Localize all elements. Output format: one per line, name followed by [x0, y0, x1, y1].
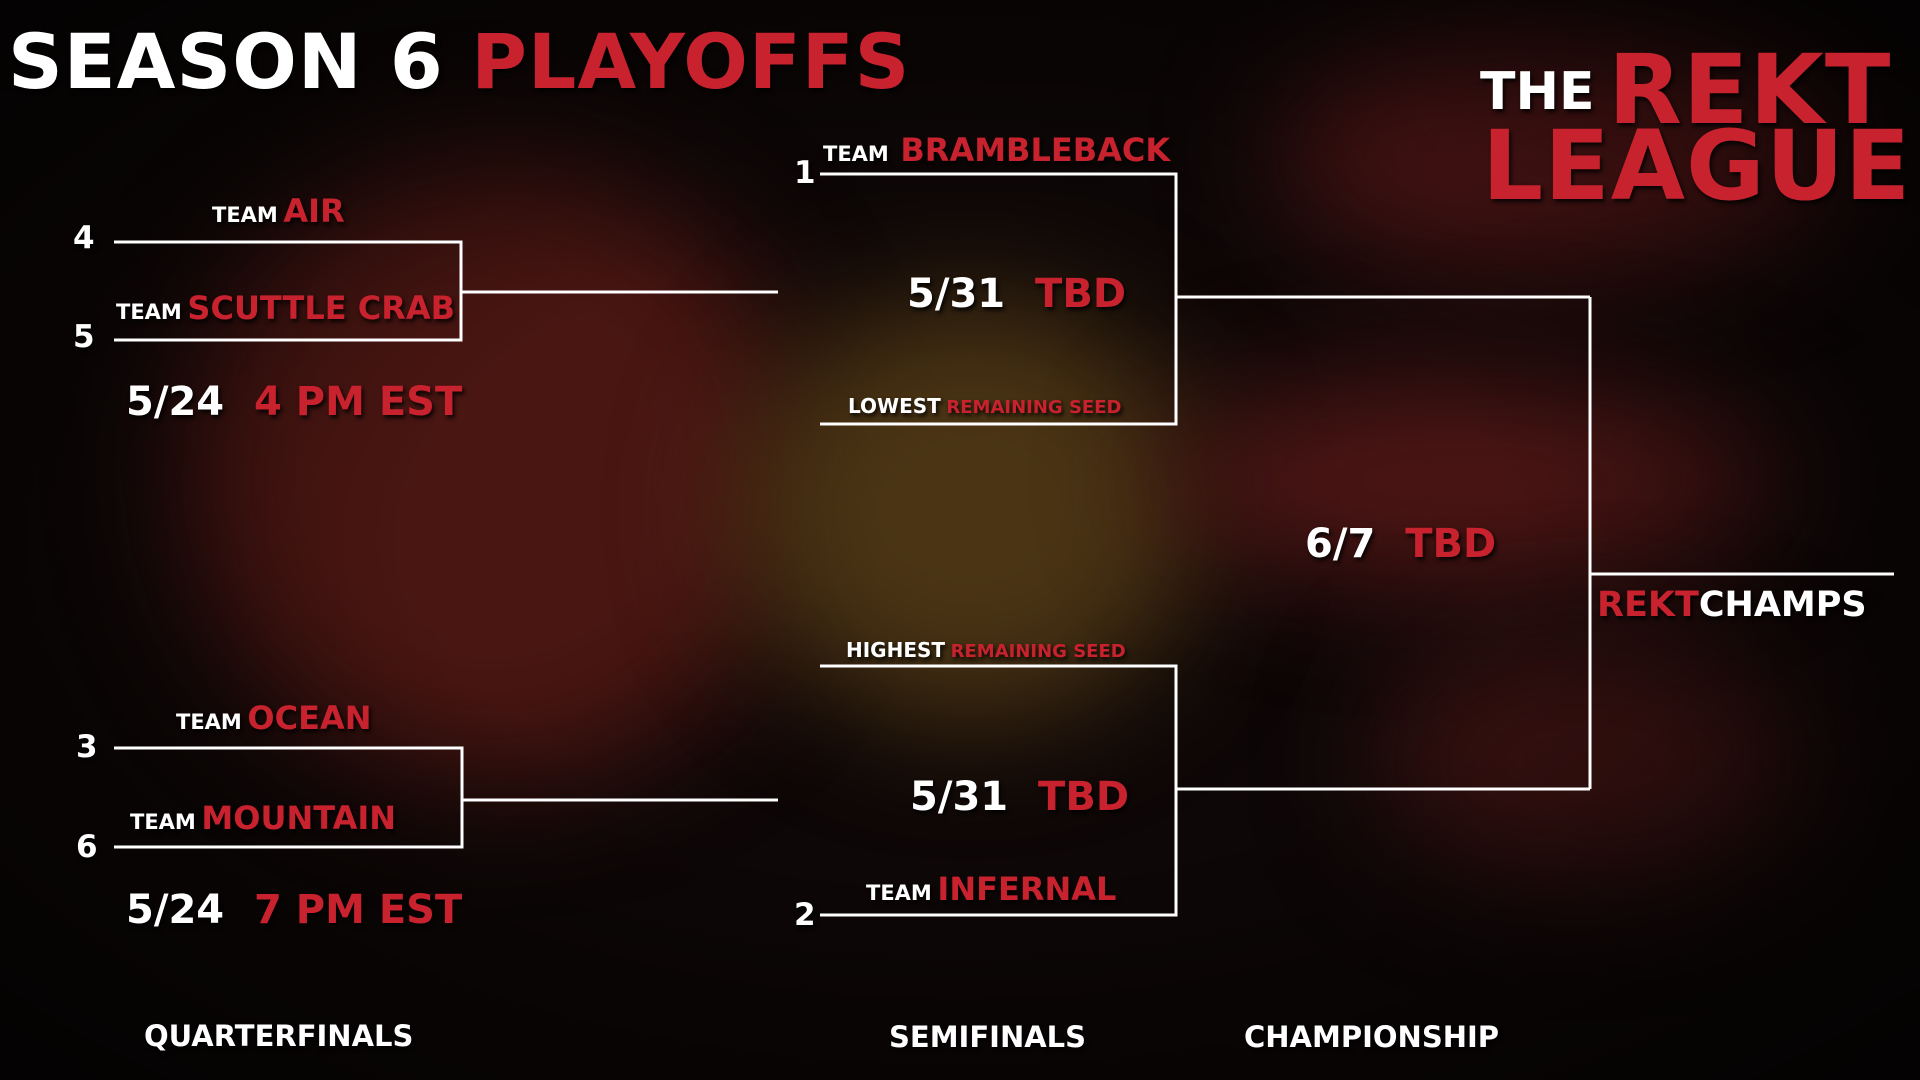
title-accent: PLAYOFFS	[471, 17, 911, 106]
sf2-top-slot: HIGHEST REMAINING SEED	[846, 640, 1126, 661]
team-name-air: AIR	[283, 192, 345, 230]
sf1-date: 5/31	[907, 271, 1006, 317]
team-prefix: TEAM	[116, 300, 182, 324]
qf2-bottom-seed: 6	[76, 829, 98, 865]
sf2-bottom-team: TEAM INFERNAL	[866, 873, 1116, 905]
sf1-top-seed: 1	[794, 155, 816, 191]
sf1-schedule: 5/31 TBD	[907, 274, 1126, 314]
qf1-bottom-seed: 5	[73, 319, 95, 355]
sf2-time: TBD	[1038, 774, 1130, 820]
sf2-schedule: 5/31 TBD	[910, 777, 1129, 817]
sf1-time: TBD	[1035, 271, 1127, 317]
qf1-top-seed: 4	[73, 220, 95, 256]
logo-league: LEAGUE	[1482, 110, 1912, 222]
team-prefix: TEAM	[823, 142, 889, 166]
team-prefix: TEAM	[130, 810, 196, 834]
round-label-championship: CHAMPIONSHIP	[1244, 1020, 1500, 1054]
qf1-top-team: TEAM AIR	[212, 195, 345, 227]
team-name-mountain: MOUNTAIN	[201, 799, 397, 837]
final-time: TBD	[1405, 521, 1497, 567]
qf1-time: 4 PM EST	[254, 379, 463, 425]
champion-accent: REKT	[1597, 585, 1699, 625]
sf1-bottom-slot: LOWEST REMAINING SEED	[848, 396, 1121, 417]
qf1-date: 5/24	[126, 379, 225, 425]
qf2-schedule: 5/24 7 PM EST	[126, 890, 462, 930]
final-schedule: 6/7 TBD	[1305, 524, 1496, 564]
sf2-bottom-seed: 2	[794, 897, 816, 933]
qf2-date: 5/24	[126, 887, 225, 933]
page-title: SEASON 6 PLAYOFFS	[8, 24, 910, 100]
qf2-top-seed: 3	[76, 729, 98, 765]
qf1-schedule: 5/24 4 PM EST	[126, 382, 462, 422]
sf1-top-team: TEAM BRAMBLEBACK	[823, 134, 1170, 166]
team-name-brambleback: BRAMBLEBACK	[900, 131, 1171, 169]
sf2-top-label: REMAINING SEED	[950, 641, 1126, 662]
qf2-bottom-team: TEAM MOUNTAIN	[130, 802, 396, 834]
champion-label: REKTCHAMPS	[1597, 588, 1867, 623]
round-label-quarterfinals: QUARTERFINALS	[144, 1019, 414, 1053]
sf1-bottom-prefix: LOWEST	[848, 394, 941, 418]
sf2-top-prefix: HIGHEST	[846, 638, 946, 662]
sf2-date: 5/31	[910, 774, 1009, 820]
round-label-semifinals: SEMIFINALS	[889, 1020, 1087, 1054]
team-name-scuttle-crab: SCUTTLE CRAB	[187, 289, 455, 327]
team-prefix: TEAM	[176, 710, 242, 734]
qf2-top-team: TEAM OCEAN	[176, 702, 372, 734]
team-prefix: TEAM	[212, 203, 278, 227]
final-date: 6/7	[1305, 521, 1376, 567]
sf1-bottom-label: REMAINING SEED	[946, 397, 1122, 418]
champion-text: CHAMPS	[1698, 585, 1867, 625]
team-prefix: TEAM	[866, 881, 932, 905]
qf2-time: 7 PM EST	[254, 887, 463, 933]
team-name-infernal: INFERNAL	[937, 870, 1117, 908]
qf1-bottom-team: TEAM SCUTTLE CRAB	[116, 292, 455, 324]
title-prefix: SEASON 6	[8, 17, 444, 106]
team-name-ocean: OCEAN	[247, 699, 372, 737]
